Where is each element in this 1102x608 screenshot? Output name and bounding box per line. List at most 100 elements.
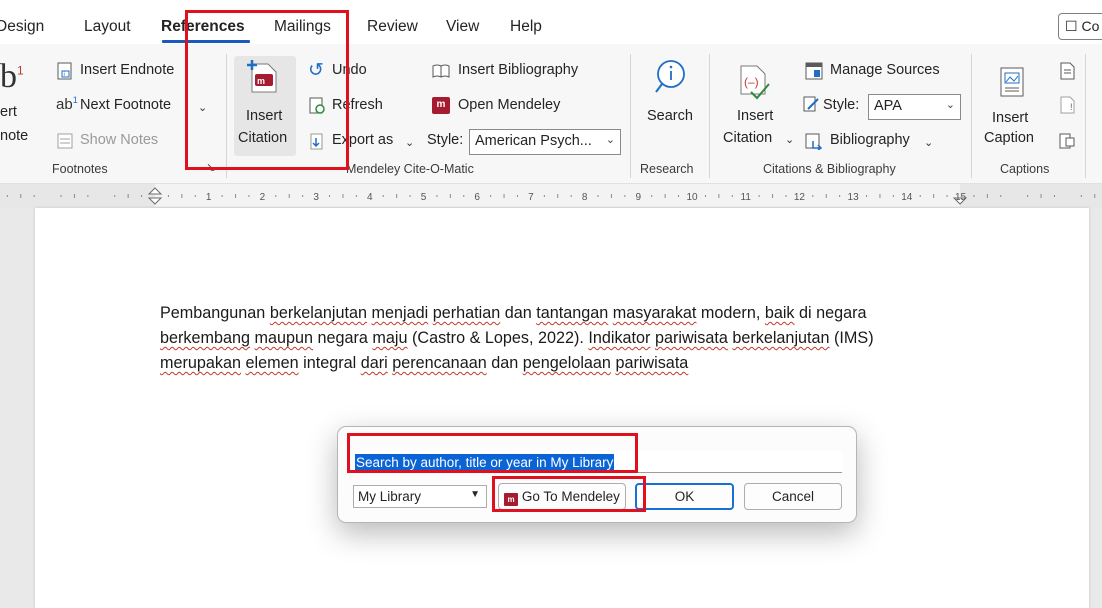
research-group-label: Research bbox=[640, 162, 694, 176]
insert-citation-icon: (–) bbox=[740, 65, 770, 100]
misspelled-word[interactable]: merupakan bbox=[160, 354, 241, 372]
horizontal-ruler[interactable]: 1 2 3 4 5 6 7 8 9 10 11 12 13 14 15 bbox=[0, 184, 1102, 208]
misspelled-word[interactable]: masyarakat bbox=[613, 304, 697, 322]
update-table-icon[interactable]: ! bbox=[1058, 96, 1076, 114]
bibliography-chevron-icon[interactable]: ⌄ bbox=[924, 136, 933, 149]
library-select[interactable]: My Library ▼ bbox=[353, 485, 487, 508]
paragraph-line-2: berkembang maupun negara maju (Castro & … bbox=[160, 329, 874, 347]
insert-caption-icon bbox=[1000, 67, 1024, 97]
comments-button[interactable]: ☐ Co bbox=[1058, 13, 1102, 40]
mendeley-style-select[interactable]: American Psych... ⌄ bbox=[469, 129, 621, 155]
show-notes-icon bbox=[57, 133, 73, 149]
bibliography-button[interactable]: Bibliography bbox=[830, 132, 910, 148]
paragraph-line-1: Pembangunan berkelanjutan menjadi perhat… bbox=[160, 304, 867, 322]
document-paragraph[interactable]: Pembangunan berkelanjutan menjadi perhat… bbox=[160, 301, 980, 376]
group-separator bbox=[971, 54, 972, 178]
svg-text:i: i bbox=[64, 72, 65, 78]
ruler-number: 8 bbox=[582, 192, 588, 203]
search-button[interactable]: Search bbox=[647, 108, 693, 124]
insert-caption-label-1: Insert bbox=[992, 110, 1029, 126]
highlight-box-search-field bbox=[347, 433, 638, 473]
export-as-chevron-icon[interactable]: ⌄ bbox=[405, 136, 414, 149]
group-separator bbox=[709, 54, 710, 178]
chevron-down-icon: ⌄ bbox=[945, 99, 955, 111]
tab-help[interactable]: Help bbox=[510, 18, 542, 36]
tab-view[interactable]: View bbox=[446, 18, 479, 36]
misspelled-word[interactable]: maupun bbox=[255, 329, 314, 347]
open-mendeley-button[interactable]: Open Mendeley bbox=[458, 97, 560, 113]
ruler-number: 11 bbox=[741, 192, 752, 203]
misspelled-word[interactable]: perhatian bbox=[433, 304, 501, 322]
cross-reference-icon[interactable] bbox=[1058, 132, 1076, 150]
manage-sources-icon bbox=[805, 62, 823, 80]
misspelled-word[interactable]: elemen bbox=[246, 354, 299, 372]
tab-review[interactable]: Review bbox=[367, 18, 418, 36]
misspelled-word[interactable]: perencanaan bbox=[392, 354, 487, 372]
insert-citation-chevron-icon[interactable]: ⌄ bbox=[785, 133, 794, 146]
footnotes-group-label: Footnotes bbox=[52, 162, 108, 176]
cancel-button-label: Cancel bbox=[771, 489, 815, 504]
misspelled-word[interactable]: pariwisata bbox=[615, 354, 688, 372]
misspelled-word[interactable]: Indikator bbox=[588, 329, 650, 347]
misspelled-word[interactable]: pengelolaan bbox=[523, 354, 611, 372]
mendeley-style-value: American Psych... bbox=[475, 133, 592, 149]
insert-endnote-icon: i bbox=[57, 62, 72, 80]
document-page[interactable]: Pembangunan berkelanjutan menjadi perhat… bbox=[35, 208, 1089, 608]
ribbon-tab-bar: Design Layout References Mailings Review… bbox=[0, 0, 1102, 44]
search-icon[interactable] bbox=[652, 58, 690, 96]
insert-footnote-label-1[interactable]: ert bbox=[0, 104, 17, 120]
insert-caption-button[interactable]: Caption bbox=[984, 130, 1034, 146]
tab-design[interactable]: Design bbox=[0, 18, 44, 36]
svg-text:!: ! bbox=[1070, 102, 1073, 112]
ruler-number: 13 bbox=[848, 192, 860, 203]
insert-citation-button[interactable]: Citation bbox=[723, 130, 772, 146]
highlight-box-references-insert-citation bbox=[185, 10, 349, 170]
ruler-number: 15 bbox=[955, 192, 967, 203]
insert-endnote-button[interactable]: Insert Endnote bbox=[80, 62, 174, 78]
group-separator bbox=[1085, 54, 1086, 178]
insert-footnote-icon[interactable]: b1 bbox=[0, 58, 24, 96]
insert-footnote-label-2[interactable]: note bbox=[0, 128, 28, 144]
ruler-number: 9 bbox=[636, 192, 642, 203]
document-area: Pembangunan berkelanjutan menjadi perhat… bbox=[0, 208, 1102, 608]
citation-style-value: APA bbox=[874, 98, 902, 114]
ruler-number: 5 bbox=[421, 192, 427, 203]
bibliography-icon bbox=[805, 133, 823, 150]
misspelled-word[interactable]: berkelanjutan bbox=[732, 329, 829, 347]
show-notes-button[interactable]: Show Notes bbox=[80, 132, 158, 148]
misspelled-word[interactable]: maju bbox=[372, 329, 407, 347]
mendeley-style-label: Style: bbox=[427, 132, 464, 148]
ok-button[interactable]: OK bbox=[635, 483, 734, 510]
citation-style-label: Style: bbox=[823, 97, 860, 113]
misspelled-word[interactable]: baik bbox=[765, 304, 795, 322]
style-icon bbox=[803, 96, 819, 112]
tab-layout[interactable]: Layout bbox=[84, 18, 131, 36]
svg-text:(–): (–) bbox=[744, 75, 759, 89]
manage-sources-button[interactable]: Manage Sources bbox=[830, 62, 940, 78]
ruler-ticks: 1 2 3 4 5 6 7 8 9 10 11 12 13 14 15 bbox=[0, 184, 1102, 208]
next-footnote-icon: ab1 bbox=[56, 95, 78, 113]
ruler-number: 2 bbox=[260, 192, 266, 203]
citation-style-select[interactable]: APA ⌄ bbox=[868, 94, 961, 120]
insert-bibliography-icon bbox=[432, 64, 450, 78]
cancel-button[interactable]: Cancel bbox=[744, 483, 842, 510]
comments-button-label: Co bbox=[1081, 18, 1100, 34]
misspelled-word[interactable]: menjadi bbox=[372, 304, 429, 322]
ruler-number: 4 bbox=[367, 192, 373, 203]
ruler-number: 6 bbox=[474, 192, 480, 203]
misspelled-word[interactable]: tantangan bbox=[536, 304, 608, 322]
misspelled-word[interactable]: berkembang bbox=[160, 329, 250, 347]
ruler-number: 10 bbox=[686, 192, 698, 203]
insert-citation-label-1: Insert bbox=[737, 108, 774, 124]
misspelled-word[interactable]: berkelanjutan bbox=[270, 304, 367, 322]
group-separator bbox=[630, 54, 631, 178]
citations-bibliography-group-label: Citations & Bibliography bbox=[763, 162, 896, 176]
next-footnote-button[interactable]: Next Footnote bbox=[80, 97, 171, 113]
chevron-down-icon: ⌄ bbox=[605, 134, 615, 146]
insert-bibliography-button[interactable]: Insert Bibliography bbox=[458, 62, 578, 78]
insert-table-of-figures-icon[interactable] bbox=[1058, 62, 1076, 80]
captions-group-label: Captions bbox=[1000, 162, 1050, 176]
misspelled-word[interactable]: dari bbox=[361, 354, 388, 372]
ruler-number: 12 bbox=[794, 192, 806, 203]
misspelled-word[interactable]: pariwisata bbox=[655, 329, 728, 347]
